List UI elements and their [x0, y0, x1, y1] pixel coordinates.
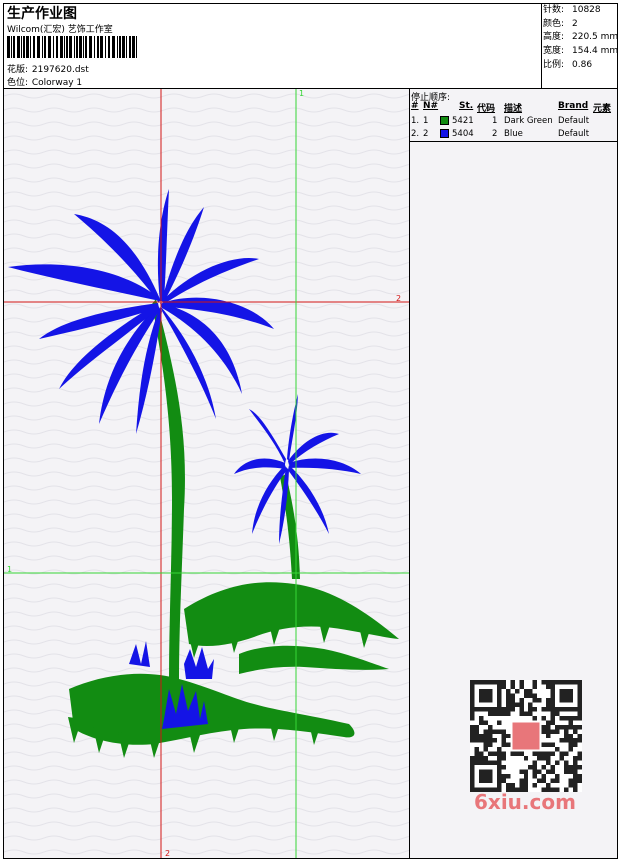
stat-height: 高度: 220.5 mm: [543, 32, 619, 43]
axis-label-top-green: 1: [299, 89, 305, 98]
embroidery-preview: [4, 89, 409, 858]
col-header-num: #: [411, 101, 419, 111]
barcode: [7, 36, 137, 58]
company-name: Wilcom(汇宏) 艺饰工作室: [7, 25, 113, 35]
axis-label-left-green: 1: [7, 565, 13, 574]
axis-label-bottom-red: 2: [165, 849, 171, 858]
col-header-brand: Brand: [558, 101, 589, 111]
col-header-st: St.: [459, 101, 474, 111]
design-canvas: [4, 89, 409, 858]
col-header-element: 元素: [593, 104, 612, 114]
axis-label-right-red: 2: [396, 294, 402, 303]
colorway-row: 色位: Colorway 1: [7, 75, 82, 88]
stat-width: 宽度: 154.4 mm: [543, 46, 619, 57]
stat-scale: 比例: 0.86: [543, 59, 593, 70]
stat-stitches: 针数: 10828: [543, 5, 601, 15]
col-header-no: N#: [423, 101, 439, 111]
design-file-row: 花版: 2197620.dst: [7, 62, 89, 75]
stats-panel: 针数: 10828 颜色: 2 高度: 220.5 mm 宽度: 154.4 mm 比例…: [543, 4, 618, 73]
sheet-title: 生产作业图: [7, 6, 77, 22]
color-swatch-blue: [440, 129, 449, 138]
color-swatch-green: [440, 116, 449, 125]
qr-code-icon: [470, 680, 582, 792]
design-file-value: 2197620.dst: [31, 65, 89, 75]
col-header-code: 代码: [477, 104, 496, 114]
design-file-label: 花版:: [7, 65, 29, 75]
stats-divider: [541, 4, 542, 88]
colorway-value: Colorway 1: [31, 78, 83, 88]
colorway-label: 色位:: [7, 78, 29, 88]
stat-colors: 颜色: 2: [543, 18, 578, 29]
col-header-desc: 描述: [504, 104, 523, 114]
site-logo: 6xiu.com: [474, 790, 576, 814]
table-divider: [410, 141, 617, 142]
